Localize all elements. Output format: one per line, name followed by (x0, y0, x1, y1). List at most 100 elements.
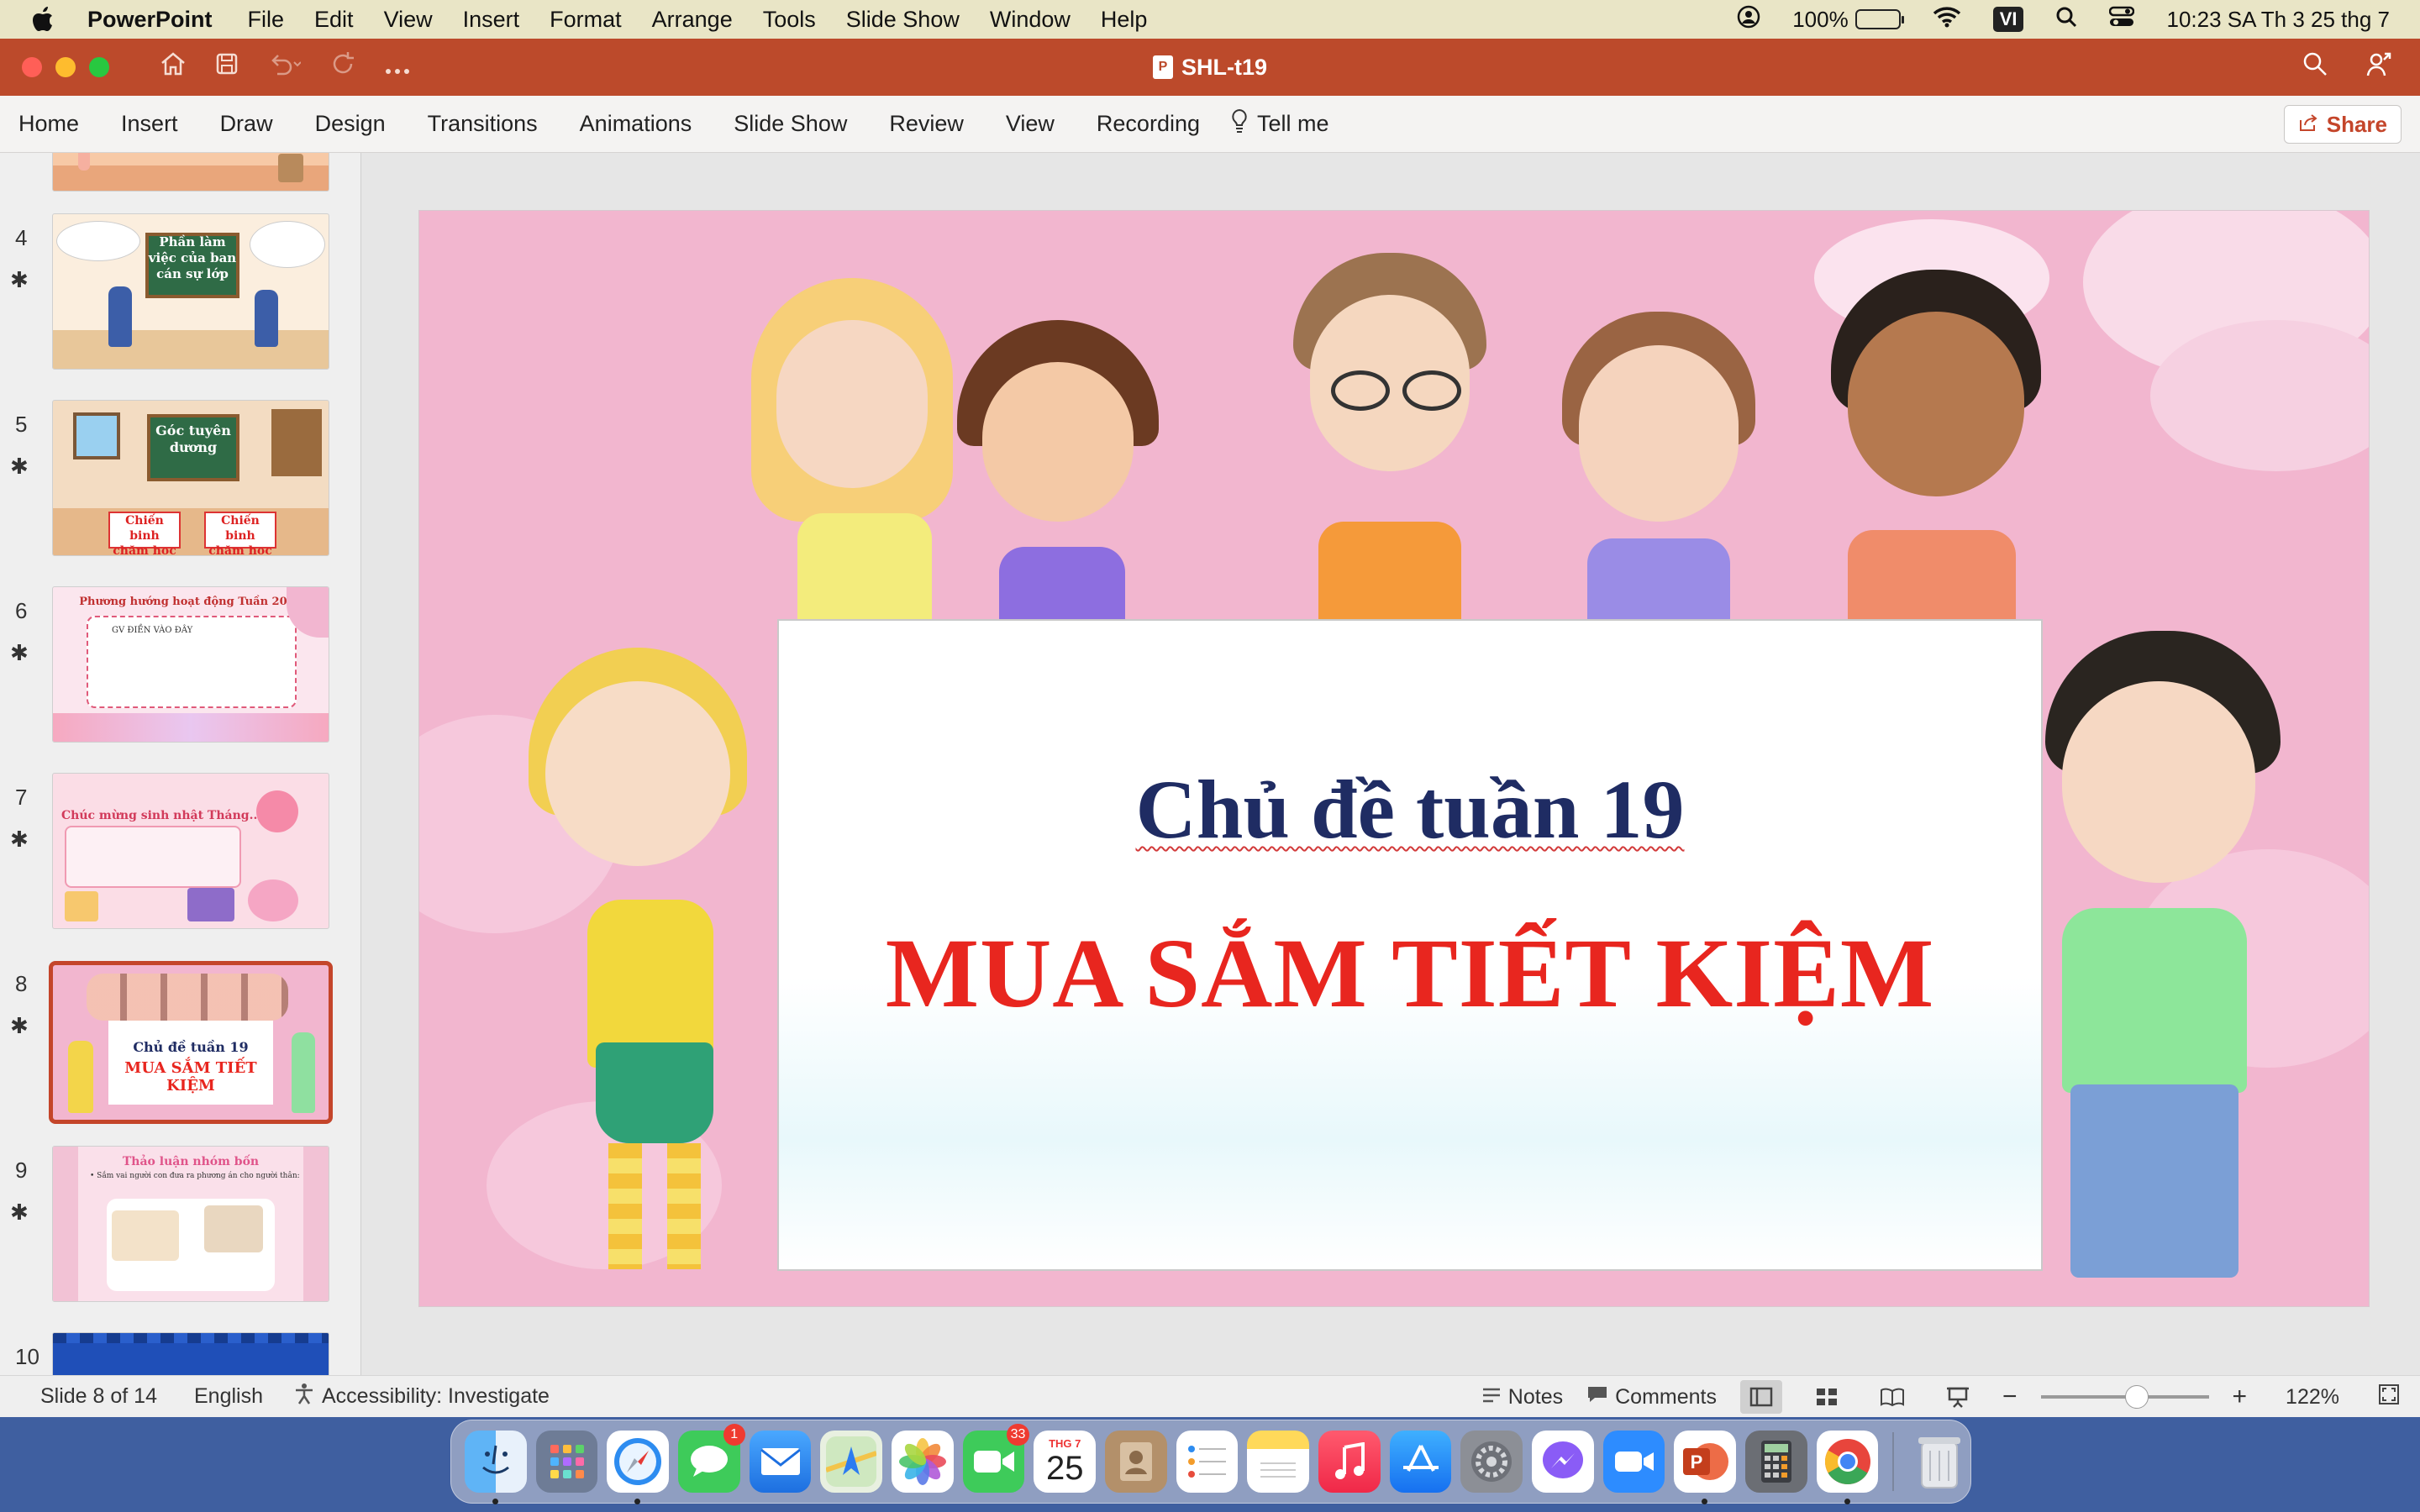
share-people-icon[interactable] (2366, 50, 2395, 84)
tab-draw[interactable]: Draw (220, 111, 273, 137)
tab-home[interactable]: Home (18, 111, 79, 137)
tab-slide-show[interactable]: Slide Show (734, 111, 847, 137)
language-indicator[interactable]: English (194, 1384, 263, 1409)
reading-view-button[interactable] (1871, 1380, 1913, 1414)
menu-format[interactable]: Format (550, 7, 622, 33)
zoom-slider-handle[interactable] (2124, 1385, 2149, 1409)
maps-icon[interactable] (820, 1431, 883, 1493)
slide-row-4[interactable]: 4 ✱ Phần làm việc của ban cán sự lớp (0, 213, 360, 393)
tell-me-search[interactable]: Tell me (1230, 108, 1329, 139)
slide-title[interactable]: Chủ đề tuần 19 (777, 761, 2043, 858)
messages-icon[interactable]: 1 (678, 1424, 745, 1493)
app-store-icon[interactable] (1389, 1431, 1452, 1493)
home-icon[interactable] (160, 51, 187, 83)
fit-to-window-icon[interactable] (2378, 1383, 2400, 1411)
powerpoint-icon[interactable]: P (1674, 1431, 1737, 1504)
apple-menu-icon[interactable] (32, 7, 57, 32)
menu-arrange[interactable]: Arrange (652, 7, 733, 33)
chrome-icon[interactable] (1816, 1431, 1879, 1504)
slide-row-8[interactable]: 8 ✱ Chủ đề tuần 19 MUA SẮM TIẾT KIỆM (0, 961, 360, 1139)
music-icon[interactable] (1318, 1431, 1381, 1493)
undo-icon[interactable] (267, 52, 302, 82)
slide-thumbnail-8[interactable]: Chủ đề tuần 19 MUA SẮM TIẾT KIỆM (49, 961, 333, 1124)
slide-thumbnail-6[interactable]: Phương hướng hoạt động Tuần 20 ... GV ĐI… (52, 586, 329, 743)
zoom-slider[interactable] (2040, 1385, 2209, 1409)
zoom-icon[interactable] (1602, 1431, 1665, 1493)
slide-thumbnails-pane[interactable]: 4 ✱ Phần làm việc của ban cán sự lớp 5 ✱ (0, 153, 361, 1375)
launchpad-icon[interactable] (535, 1431, 598, 1493)
contacts-icon[interactable] (1105, 1431, 1167, 1493)
finder-icon[interactable] (465, 1431, 527, 1504)
menu-help[interactable]: Help (1101, 7, 1148, 33)
redo-icon[interactable] (329, 50, 356, 84)
normal-view-button[interactable] (1739, 1380, 1782, 1414)
menu-window[interactable]: Window (990, 7, 1071, 33)
app-menu[interactable]: PowerPoint (87, 7, 213, 33)
search-icon[interactable] (2302, 51, 2328, 83)
system-settings-icon[interactable] (1460, 1431, 1523, 1493)
tab-review[interactable]: Review (889, 111, 964, 137)
menu-slide-show[interactable]: Slide Show (846, 7, 960, 33)
tab-insert[interactable]: Insert (121, 111, 178, 137)
comments-button[interactable]: Comments (1586, 1385, 1717, 1410)
slide-canvas[interactable]: Chủ đề tuần 19 MUA SẮM TIẾT KIỆM (363, 153, 2420, 1375)
menu-insert[interactable]: Insert (463, 7, 520, 33)
menubar-clock[interactable]: 10:23 SA Th 3 25 thg 7 (2166, 7, 2390, 33)
animation-star-icon: ✱ (10, 827, 29, 852)
photos-icon[interactable] (892, 1431, 954, 1493)
save-icon[interactable] (215, 52, 239, 82)
reminders-icon[interactable] (1176, 1431, 1239, 1493)
slide-row-7[interactable]: 7 ✱ Chúc mừng sinh nhật Tháng... (0, 773, 360, 953)
safari-icon[interactable] (607, 1431, 670, 1504)
slide-thumbnail-10[interactable] (52, 1332, 329, 1375)
zoom-window-button[interactable] (89, 57, 109, 77)
facetime-icon[interactable]: 33 (962, 1424, 1030, 1493)
trash-icon[interactable] (1908, 1431, 1970, 1493)
share-button[interactable]: Share (2283, 105, 2402, 144)
calendar-icon[interactable]: THG 7 25 (1034, 1431, 1097, 1493)
menu-file[interactable]: File (248, 7, 285, 33)
input-source-badge[interactable]: VI (1992, 7, 2024, 32)
user-account-icon[interactable] (1737, 5, 1760, 34)
slide-row-9[interactable]: 9 ✱ Thảo luận nhóm bốn • Sắm vai người c… (0, 1146, 360, 1326)
control-center-icon[interactable] (2109, 6, 2135, 34)
menu-tools[interactable]: Tools (763, 7, 816, 33)
thumb-line: việc của ban (148, 250, 237, 265)
zoom-out-button[interactable]: − (2002, 1383, 2018, 1411)
zoom-in-button[interactable]: + (2233, 1383, 2248, 1411)
current-slide[interactable]: Chủ đề tuần 19 MUA SẮM TIẾT KIỆM (418, 210, 2370, 1307)
slide-sorter-view-button[interactable] (1806, 1380, 1848, 1414)
slide-thumbnail-7[interactable]: Chúc mừng sinh nhật Tháng... (52, 773, 329, 929)
close-window-button[interactable] (22, 57, 42, 77)
slide-row-10[interactable]: 10 (0, 1332, 360, 1375)
tab-view[interactable]: View (1006, 111, 1055, 137)
accessibility-checker[interactable]: Accessibility: Investigate (293, 1383, 550, 1410)
slide-show-view-button[interactable] (1937, 1380, 1979, 1414)
slide-number: 9 (15, 1158, 28, 1183)
slide-subtitle[interactable]: MUA SẮM TIẾT KIỆM (777, 916, 2043, 1031)
notes-app-icon[interactable] (1247, 1431, 1310, 1493)
battery-status[interactable]: 100% (1792, 7, 1904, 33)
spotlight-search-icon[interactable] (2055, 6, 2077, 34)
tab-design[interactable]: Design (315, 111, 386, 137)
more-options-icon[interactable] (385, 53, 410, 81)
notes-button[interactable]: Notes (1481, 1385, 1563, 1410)
menu-view[interactable]: View (384, 7, 433, 33)
zoom-level[interactable]: 122% (2286, 1385, 2339, 1410)
slide-thumbnail-5[interactable]: Góc tuyên dương Chiến binh chăm học Chiế… (52, 400, 329, 556)
slide-row-6[interactable]: 6 ✱ Phương hướng hoạt động Tuần 20 ... G… (0, 586, 360, 766)
calculator-icon[interactable] (1745, 1431, 1807, 1493)
slide-row-5[interactable]: 5 ✱ Góc tuyên dương Chiến binh chăm học (0, 400, 360, 580)
menu-edit[interactable]: Edit (314, 7, 354, 33)
slide-number: 5 (15, 412, 28, 437)
minimize-window-button[interactable] (55, 57, 76, 77)
slide-thumbnail-4[interactable]: Phần làm việc của ban cán sự lớp (52, 213, 329, 370)
messenger-icon[interactable] (1532, 1431, 1594, 1493)
slide-thumbnail-9[interactable]: Thảo luận nhóm bốn • Sắm vai người con đ… (52, 1146, 329, 1302)
tab-animations[interactable]: Animations (580, 111, 692, 137)
tab-transitions[interactable]: Transitions (428, 111, 538, 137)
slide-thumbnail-3[interactable] (52, 153, 329, 192)
tab-recording[interactable]: Recording (1097, 111, 1200, 137)
wifi-icon[interactable] (1933, 6, 1961, 34)
mail-icon[interactable] (749, 1431, 812, 1493)
